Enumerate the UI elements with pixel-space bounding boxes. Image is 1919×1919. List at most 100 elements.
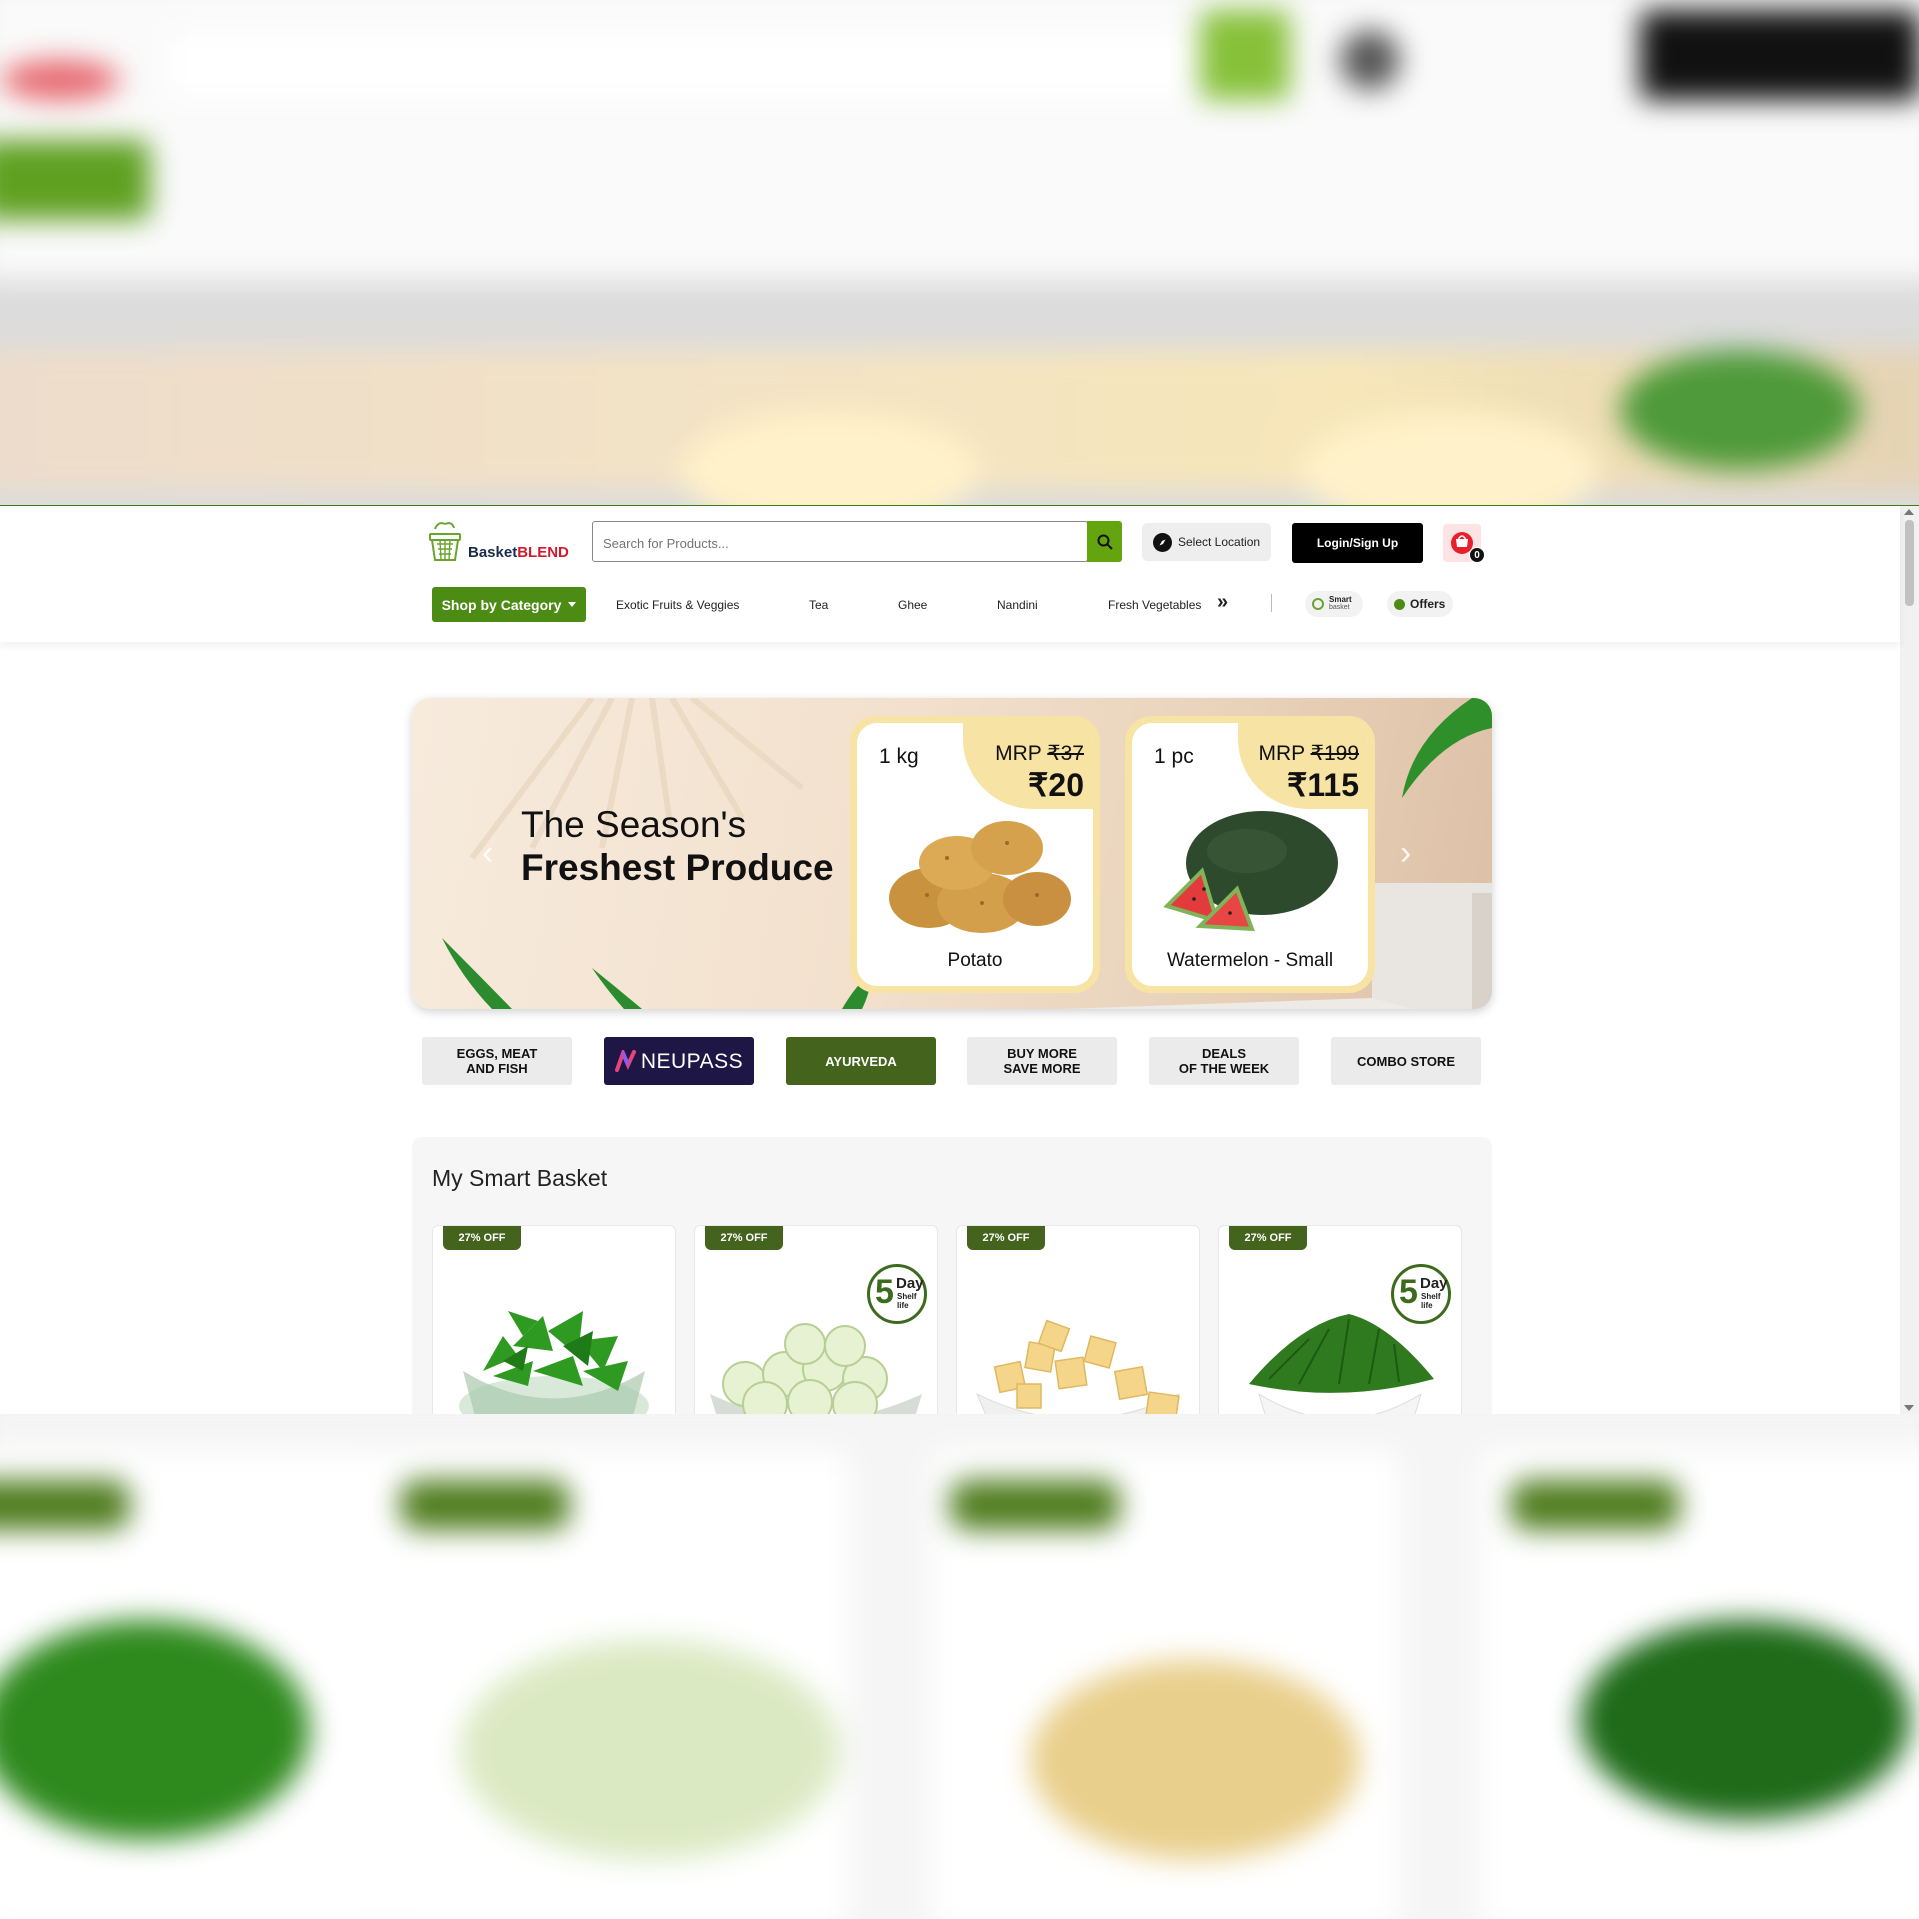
neupass-logo-icon — [614, 1050, 636, 1072]
potato-image — [889, 821, 1071, 933]
tile-label: DEALS OF THE WEEK — [1179, 1046, 1269, 1076]
cart-count-badge: 0 — [1469, 547, 1485, 563]
nav-link-ghee[interactable]: Ghee — [898, 598, 927, 612]
tile-neupass-label: NEUPASS — [640, 1049, 744, 1073]
tile-label: EGGS, MEAT AND FISH — [457, 1046, 538, 1076]
mrp-label: MRP — [995, 742, 1042, 765]
product-card[interactable]: 27% OFF — [432, 1225, 676, 1414]
tile-label-line1: EGGS, MEAT — [456, 1046, 538, 1061]
tile-label: BUY MORE SAVE MORE — [1003, 1046, 1080, 1076]
tile-ayurveda[interactable]: AYURVEDA — [786, 1037, 936, 1085]
shelf-life-days: 5 — [875, 1273, 894, 1311]
shelf-life-day-label: Day — [896, 1275, 924, 1292]
discount-badge: 27% OFF — [1229, 1226, 1307, 1250]
smart-basket-button[interactable]: Smart basket — [1305, 591, 1363, 617]
product-mrp: MRP ₹37 — [995, 741, 1084, 766]
product-mrp: MRP ₹199 — [1258, 741, 1359, 766]
hero-banner[interactable]: The Season's Freshest Produce ‹ › 1 kg M… — [412, 698, 1492, 1009]
browser-viewport: BasketBLEND Select Location Login/Sign U… — [0, 505, 1919, 1414]
section-title: My Smart Basket — [432, 1165, 608, 1191]
mrp-label: MRP — [1258, 742, 1305, 765]
hero-prev-arrow-icon[interactable]: ‹ — [482, 836, 493, 870]
select-location-label: Select Location — [1178, 535, 1261, 549]
product-card[interactable]: 27% OFF 5 Day Shelf life — [694, 1225, 938, 1414]
watermelon-image — [1163, 811, 1338, 932]
paneer-image — [976, 1319, 1180, 1414]
shelf-life-badge: 5 Day Shelf life — [867, 1264, 927, 1324]
logo-text: BasketBLEND — [468, 544, 569, 561]
logo-word-blend: BLEND — [517, 544, 569, 561]
tile-combo-store[interactable]: COMBO STORE — [1331, 1037, 1481, 1085]
smart-basket-title: Smart — [1329, 595, 1352, 604]
product-name: Watermelon - Small — [1166, 950, 1334, 971]
logo[interactable]: BasketBLEND — [426, 520, 576, 566]
page-content: The Season's Freshest Produce ‹ › 1 kg M… — [0, 642, 1900, 1414]
product-price: ₹20 — [1028, 767, 1084, 803]
hero-product-card-potato[interactable]: 1 kg MRP ₹37 ₹20 Potato — [850, 716, 1100, 993]
scrollbar-thumb[interactable] — [1905, 520, 1914, 606]
site-header: BasketBLEND Select Location Login/Sign U… — [0, 506, 1900, 642]
scroll-down-icon[interactable] — [1904, 1405, 1914, 1411]
product-name: Potato — [947, 950, 1003, 971]
capsicum-image — [459, 1311, 649, 1414]
nav-link-fresh-vegetables[interactable]: Fresh Vegetables — [1108, 598, 1201, 612]
cart-button[interactable]: 0 — [1443, 524, 1485, 563]
shop-by-category-label: Shop by Category — [441, 596, 562, 613]
tile-deals-of-the-week[interactable]: DEALS OF THE WEEK — [1149, 1037, 1299, 1085]
discount-badge: 27% OFF — [443, 1226, 521, 1250]
shelf-life-days: 5 — [1399, 1273, 1418, 1311]
search-box — [592, 521, 1088, 562]
product-price: ₹115 — [1287, 767, 1359, 803]
product-card[interactable]: 27% OFF 5 Day Shelf life — [1218, 1225, 1462, 1414]
nav-link-tea[interactable]: Tea — [809, 598, 828, 612]
hero-next-arrow-icon[interactable]: › — [1400, 836, 1411, 870]
product-quantity: 1 kg — [879, 745, 919, 768]
nav-link-exotic-fruits[interactable]: Exotic Fruits & Veggies — [616, 598, 739, 612]
nav-more-icon[interactable]: » — [1217, 591, 1228, 614]
offers-icon — [1394, 598, 1405, 610]
tile-label-line2: OF THE WEEK — [1178, 1061, 1270, 1076]
product-quantity: 1 pc — [1154, 745, 1194, 768]
nav-divider — [1271, 594, 1272, 612]
tile-buy-more-save-more[interactable]: BUY MORE SAVE MORE — [967, 1037, 1117, 1085]
offers-button[interactable]: Offers — [1387, 591, 1453, 617]
shelf-life-sub-label: Shelf life — [897, 1292, 921, 1310]
nav-link-nandini[interactable]: Nandini — [997, 598, 1038, 612]
select-location-button[interactable]: Select Location — [1142, 523, 1271, 561]
tile-label-line2: SAVE MORE — [1003, 1061, 1081, 1076]
shelf-life-sub1: Shelf — [1421, 1292, 1441, 1301]
hero-heading-line2: Freshest Produce — [521, 847, 834, 888]
mrp-value: ₹199 — [1310, 742, 1359, 765]
tile-neupass[interactable]: NEUPASS — [604, 1037, 754, 1085]
shelf-life-sub2: life — [1421, 1301, 1433, 1310]
hero-heading-line1: The Season's — [521, 804, 747, 845]
vertical-scrollbar[interactable] — [1900, 506, 1919, 1414]
hero-heading: The Season's Freshest Produce — [521, 804, 834, 890]
scroll-up-icon[interactable] — [1904, 509, 1914, 515]
shelf-life-sub-label: Shelf life — [1421, 1292, 1445, 1310]
shelf-life-sub2: life — [897, 1301, 909, 1310]
shelf-life-badge: 5 Day Shelf life — [1391, 1264, 1451, 1324]
tile-label-line2: AND FISH — [466, 1061, 528, 1076]
hero-product-card-watermelon[interactable]: 1 pc MRP ₹199 ₹115 Watermelon - Small — [1125, 716, 1375, 993]
shelf-life-day-label: Day — [1420, 1275, 1448, 1292]
mrp-value: ₹37 — [1047, 742, 1084, 765]
smart-basket-section: My Smart Basket 27% OFF 27% OFF 5 Day Sh… — [412, 1137, 1492, 1414]
smart-basket-subtitle: basket — [1329, 604, 1350, 611]
search-icon — [1097, 534, 1113, 550]
smart-basket-icon — [1312, 598, 1324, 610]
tile-eggs-meat-fish[interactable]: EGGS, MEAT AND FISH — [422, 1037, 572, 1085]
logo-word-basket: Basket — [468, 544, 518, 561]
shop-by-category-button[interactable]: Shop by Category — [432, 587, 586, 622]
compass-icon — [1153, 532, 1172, 552]
search-input[interactable] — [601, 531, 1065, 555]
offers-label: Offers — [1410, 597, 1446, 611]
tile-label-line1: DEALS — [1201, 1046, 1247, 1061]
smart-basket-label: Smart basket — [1329, 596, 1352, 612]
search-button[interactable] — [1087, 521, 1122, 562]
product-card[interactable]: 27% OFF — [956, 1225, 1200, 1414]
login-signup-button[interactable]: Login/Sign Up — [1292, 523, 1423, 563]
tile-label-line1: BUY MORE — [1007, 1046, 1077, 1061]
shelf-life-sub1: Shelf — [897, 1292, 917, 1301]
discount-badge: 27% OFF — [967, 1226, 1045, 1250]
